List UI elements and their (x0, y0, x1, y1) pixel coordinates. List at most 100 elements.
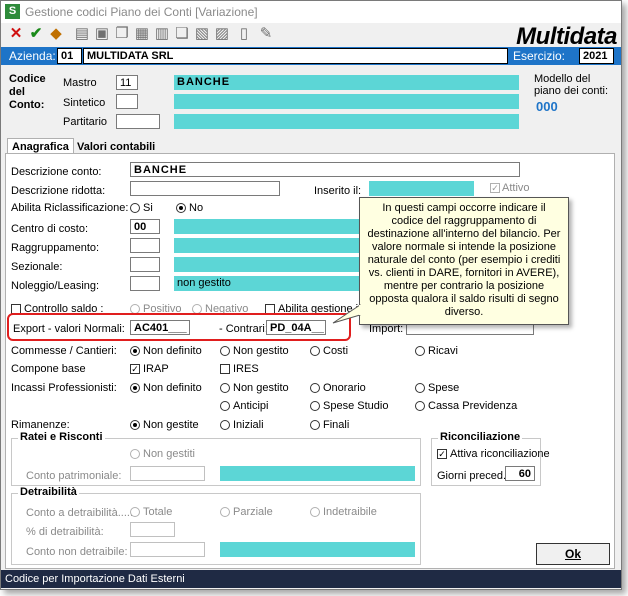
conto-non-detraibile-input[interactable] (130, 542, 205, 557)
raggruppamento-description (174, 238, 359, 253)
commesse-non-definito-radio[interactable] (130, 346, 140, 356)
raggruppamento-label: Raggruppamento: (11, 242, 100, 254)
incassi-onorario-radio[interactable] (310, 383, 320, 393)
raggruppamento-input[interactable] (130, 238, 160, 253)
commesse-costi-label: Costi (323, 345, 349, 357)
rimanenze-iniziali-label: Iniziali (233, 419, 264, 431)
list-icon[interactable]: ▨ (213, 25, 231, 43)
ires-checkbox[interactable] (220, 364, 230, 374)
ratei-non-gestiti-radio[interactable] (130, 449, 140, 459)
irap-checkbox[interactable]: ✓ (130, 364, 140, 374)
descrizione-conto-label: Descrizione conto: (11, 166, 102, 178)
partitario-label: Partitario (63, 116, 108, 128)
commesse-ricavi-radio[interactable] (415, 346, 425, 356)
rimanenze-non-gestite-label: Non gestite (143, 419, 199, 431)
commesse-non-definito-label: Non definito (143, 345, 202, 357)
incassi-non-gestito-radio[interactable] (220, 383, 230, 393)
copy-icon[interactable]: ❐ (113, 25, 131, 43)
noleggio-input[interactable] (130, 276, 160, 291)
modello-label-1: Modello del (534, 73, 591, 85)
modello-value: 000 (536, 99, 558, 114)
partitario-input[interactable] (116, 114, 160, 129)
commesse-non-gestito-label: Non gestito (233, 345, 289, 357)
window-title: Gestione codici Piano dei Conti [Variazi… (25, 5, 258, 19)
main-window: S Gestione codici Piano dei Conti [Varia… (0, 0, 622, 590)
esercizio-value: 2021 (579, 48, 614, 64)
partitario-description (174, 114, 519, 129)
incassi-onorario-label: Onorario (323, 382, 366, 394)
descrizione-conto-input[interactable]: BANCHE (130, 162, 520, 177)
conto-patrimoniale-input[interactable] (130, 466, 205, 481)
mastro-input[interactable]: 11 (116, 75, 138, 90)
title-bar: S Gestione codici Piano dei Conti [Varia… (1, 1, 621, 23)
giorni-preced-input[interactable]: 60 (505, 466, 535, 481)
incassi-non-definito-radio[interactable] (130, 383, 140, 393)
print-icon[interactable]: ▤ (73, 25, 91, 43)
conto-patrimoniale-description (220, 466, 415, 481)
esercizio-label: Esercizio: (513, 49, 566, 63)
detr-totale-radio[interactable] (130, 507, 140, 517)
attiva-riconciliazione-checkbox[interactable]: ✓ (437, 449, 447, 459)
export-contrari-input[interactable]: PD_04A__ (266, 320, 326, 335)
modello-label-2: piano dei conti: (534, 85, 608, 97)
incassi-non-definito-label: Non definito (143, 382, 202, 394)
detr-parziale-label: Parziale (233, 506, 273, 518)
home-icon[interactable]: ◆ (47, 25, 65, 43)
export-label: Export - valori Normali: (13, 323, 125, 335)
commesse-costi-radio[interactable] (310, 346, 320, 356)
incassi-cassa-previdenza-radio[interactable] (415, 401, 425, 411)
ratei-non-gestiti-label: Non gestiti (143, 448, 195, 460)
codice-label-2: del (9, 86, 25, 98)
detr-indetraibile-radio[interactable] (310, 507, 320, 517)
detraibilita-title: Detraibilità (18, 486, 79, 498)
pages-icon[interactable]: ▥ (153, 25, 171, 43)
sintetico-label: Sintetico (63, 97, 106, 109)
perc-detraibilita-input[interactable] (130, 522, 175, 537)
riclass-si-label: Si (143, 202, 153, 214)
abilita-riclass-label: Abilita Riclassificazione: (11, 202, 129, 214)
rimanenze-non-gestite-radio[interactable] (130, 420, 140, 430)
commesse-ricavi-label: Ricavi (428, 345, 458, 357)
document-icon[interactable]: ▣ (93, 25, 111, 43)
conto-a-detraibilita-label: Conto a detraibilità..... (26, 507, 134, 519)
mastro-description: BANCHE (174, 75, 519, 90)
incassi-spese-studio-radio[interactable] (310, 401, 320, 411)
detr-parziale-radio[interactable] (220, 507, 230, 517)
rimanenze-finali-label: Finali (323, 419, 350, 431)
save-icon[interactable]: ✔ (27, 25, 45, 43)
azienda-code: 01 (57, 48, 82, 64)
sezionale-description (174, 257, 359, 272)
paste-icon[interactable]: ▦ (133, 25, 151, 43)
clipboard-icon[interactable]: ▧ (193, 25, 211, 43)
tooltip-pointer (332, 304, 361, 324)
rimanenze-finali-radio[interactable] (310, 420, 320, 430)
riclass-si-radio[interactable] (130, 203, 140, 213)
attivo-checkbox[interactable]: ✓ (490, 183, 500, 193)
sezionale-label: Sezionale: (11, 261, 63, 273)
copy-doc-icon[interactable]: ❏ (173, 25, 191, 43)
descrizione-ridotta-input[interactable] (130, 181, 280, 196)
rimanenze-iniziali-radio[interactable] (220, 420, 230, 430)
ratei-risconti-title: Ratei e Risconti (18, 431, 105, 443)
cancel-icon[interactable]: ✕ (7, 25, 25, 43)
pen-icon[interactable]: ✎ (257, 25, 275, 43)
azienda-label: Azienda: (9, 49, 56, 63)
centro-di-costo-input[interactable]: 00 (130, 219, 160, 234)
export-normali-input[interactable]: AC401___ (130, 320, 190, 335)
file-icon[interactable]: ▯ (235, 25, 253, 43)
rimanenze-label: Rimanenze: (11, 419, 70, 431)
sintetico-input[interactable] (116, 94, 138, 109)
incassi-anticipi-label: Anticipi (233, 400, 269, 412)
contrari-label: - Contrari: (219, 323, 268, 335)
ok-button[interactable]: Ok (536, 543, 610, 565)
riclass-no-radio[interactable] (176, 203, 186, 213)
sezionale-input[interactable] (130, 257, 160, 272)
incassi-spese-radio[interactable] (415, 383, 425, 393)
incassi-spese-studio-label: Spese Studio (323, 400, 389, 412)
incassi-anticipi-radio[interactable] (220, 401, 230, 411)
noleggio-description: non gestito (174, 276, 359, 291)
giorni-preced-label: Giorni preced.: (437, 470, 510, 482)
conto-non-detraibile-label: Conto non detraibile: (26, 546, 128, 558)
centro-di-costo-label: Centro di costo: (11, 223, 89, 235)
commesse-non-gestito-radio[interactable] (220, 346, 230, 356)
